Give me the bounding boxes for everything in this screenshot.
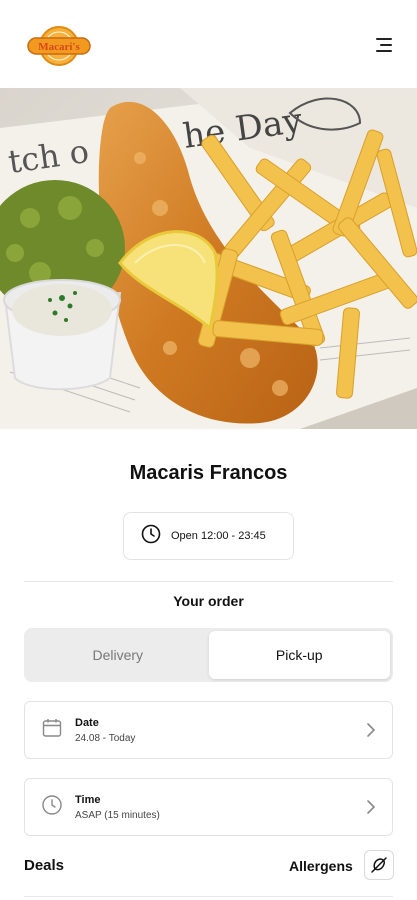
date-label: Date	[75, 716, 99, 729]
svg-text:Macari's: Macari's	[38, 41, 80, 53]
chevron-right-icon	[366, 799, 376, 820]
clock-icon	[141, 524, 161, 549]
delivery-option[interactable]: Delivery	[27, 631, 209, 679]
date-value: 24.08 - Today	[75, 732, 136, 744]
your-order-heading: Your order	[173, 593, 244, 609]
time-value: ASAP (15 minutes)	[75, 809, 160, 821]
time-selector[interactable]: Time ASAP (15 minutes)	[24, 778, 393, 836]
opening-hours-text: Open 12:00 - 23:45	[171, 530, 266, 542]
app-header: Macari's	[0, 0, 417, 88]
chevron-right-icon	[366, 722, 376, 743]
date-selector[interactable]: Date 24.08 - Today	[24, 701, 393, 759]
restaurant-name: Macaris Francos	[129, 462, 288, 484]
allergens-link[interactable]: Allergens	[289, 858, 353, 874]
time-label: Time	[75, 793, 101, 806]
hamburger-menu-icon[interactable]	[364, 32, 392, 58]
deals-heading: Deals	[24, 857, 65, 874]
section-divider	[24, 896, 393, 897]
no-allergen-icon[interactable]	[364, 850, 394, 880]
clock-icon	[41, 794, 63, 821]
opening-hours-badge: Open 12:00 - 23:45	[123, 512, 294, 560]
section-divider	[24, 581, 393, 582]
pickup-option[interactable]: Pick-up	[208, 631, 390, 679]
calendar-icon	[41, 717, 63, 744]
hero-food-image: tch o he Day	[0, 88, 417, 429]
brand-logo[interactable]: Macari's	[26, 24, 92, 68]
order-mode-toggle: Delivery Pick-up	[24, 628, 393, 682]
